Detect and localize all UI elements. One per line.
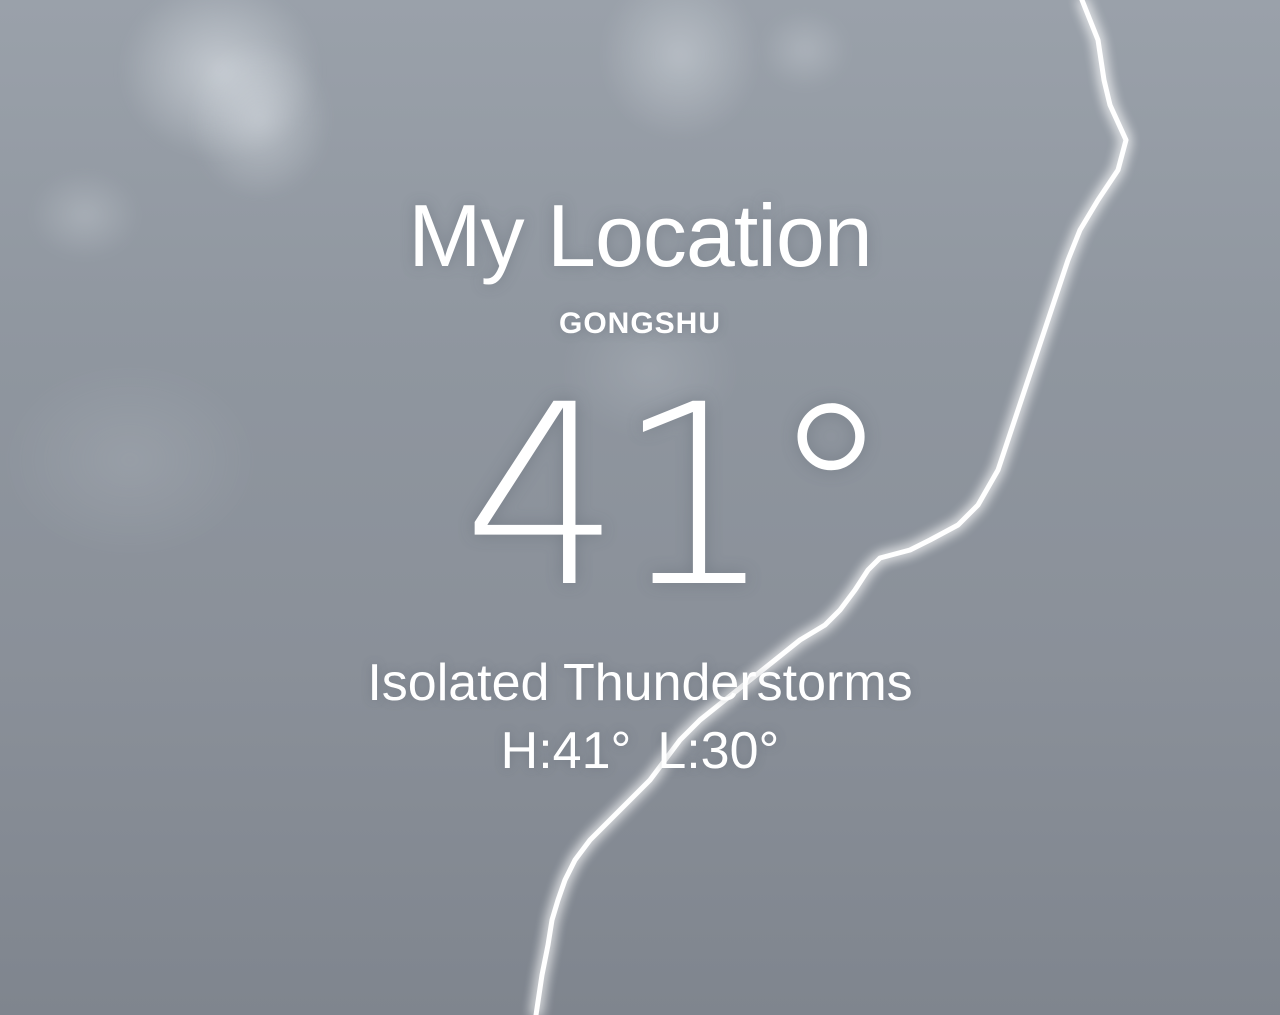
high-low-temperatures: H:41° L:30°	[0, 720, 1280, 782]
location-subtitle: GONGSHU	[558, 307, 721, 340]
current-temperature: 41°	[462, 351, 893, 642]
location-title: My Location	[408, 186, 872, 285]
low-temperature: L:30°	[657, 722, 780, 780]
weather-condition: Isolated Thunderstorms	[367, 654, 913, 712]
current-weather-panel: My Location GONGSHU 41° Isolated Thunder…	[0, 0, 1280, 1015]
high-temperature: H:41°	[500, 722, 632, 780]
